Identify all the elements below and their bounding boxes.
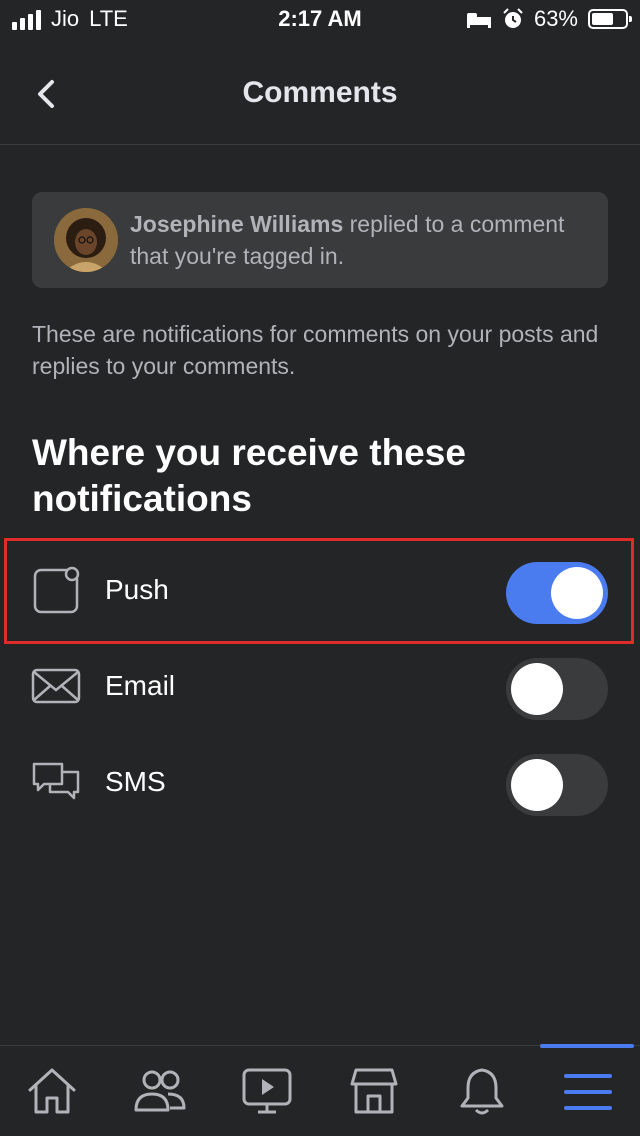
header: Comments — [0, 40, 640, 145]
channel-label: SMS — [105, 766, 166, 797]
toggle-knob — [511, 759, 563, 811]
status-right: 63% — [466, 6, 632, 32]
chat-bubbles-icon — [32, 762, 80, 800]
home-icon[interactable] — [24, 1066, 80, 1118]
bottom-nav — [0, 1044, 640, 1136]
preview-name: Josephine Williams — [130, 211, 344, 237]
battery-percent: 63% — [533, 6, 578, 31]
page-title: Comments — [242, 76, 398, 109]
section-title: Where you receive these notifications — [32, 432, 466, 519]
channel-row-email[interactable]: Email — [0, 638, 640, 734]
envelope-icon — [31, 668, 81, 704]
preview-text: Josephine Williams replied to a comment … — [130, 208, 590, 272]
notification-preview-card: Josephine Williams replied to a comment … — [32, 192, 608, 288]
highlight-box — [4, 538, 634, 644]
alarm-icon — [503, 8, 523, 28]
toggle-knob — [511, 663, 563, 715]
watch-icon[interactable] — [240, 1066, 296, 1118]
channel-label: Email — [105, 670, 176, 701]
friends-icon[interactable] — [132, 1066, 188, 1118]
battery-icon — [588, 9, 632, 29]
email-toggle[interactable] — [506, 658, 608, 720]
status-bar: Jio LTE 2:17 AM 63% — [0, 0, 640, 40]
menu-icon[interactable] — [560, 1066, 616, 1118]
sms-toggle[interactable] — [506, 754, 608, 816]
bed-icon — [466, 13, 491, 28]
marketplace-icon[interactable] — [346, 1066, 402, 1118]
description-text: These are notifications for comments on … — [32, 321, 599, 379]
active-tab-indicator — [540, 1044, 634, 1048]
channel-row-sms[interactable]: SMS — [0, 734, 640, 830]
bell-icon[interactable] — [454, 1066, 510, 1118]
avatar — [54, 208, 118, 272]
